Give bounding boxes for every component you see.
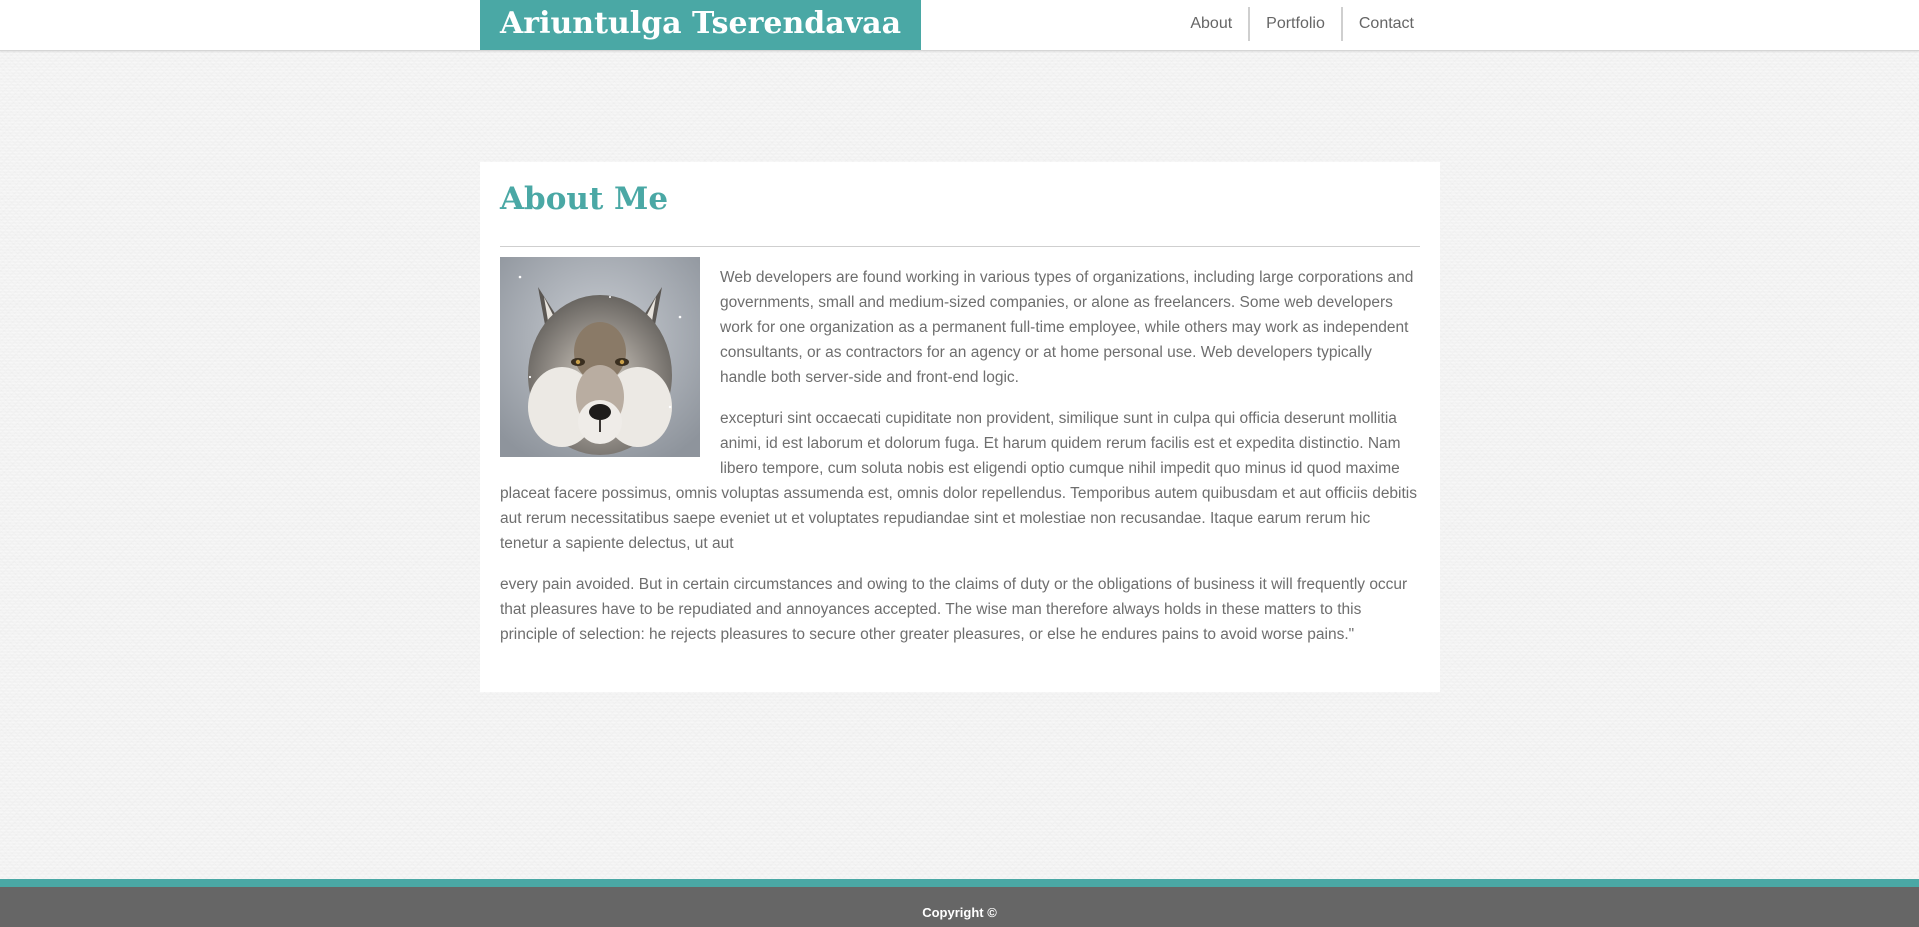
wolf-image [500,257,700,457]
footer-accent-bar [0,879,1919,887]
nav-about-link[interactable]: About [1174,7,1248,41]
divider [500,246,1420,247]
site-footer: Copyright © [0,887,1919,927]
page-title: About Me [500,181,669,217]
nav-contact-link[interactable]: Contact [1340,7,1414,41]
copyright-text: Copyright © [922,905,997,920]
nav-portfolio-link[interactable]: Portfolio [1248,7,1341,41]
main-nav: About Portfolio Contact [1174,7,1414,41]
about-paragraph-3: every pain avoided. But in certain circu… [500,576,1408,643]
site-header: Ariuntulga Tserendavaa About Portfolio C… [0,0,1919,51]
site-title[interactable]: Ariuntulga Tserendavaa [480,0,922,50]
about-section: About Me Web developers are found workin… [480,162,1440,692]
